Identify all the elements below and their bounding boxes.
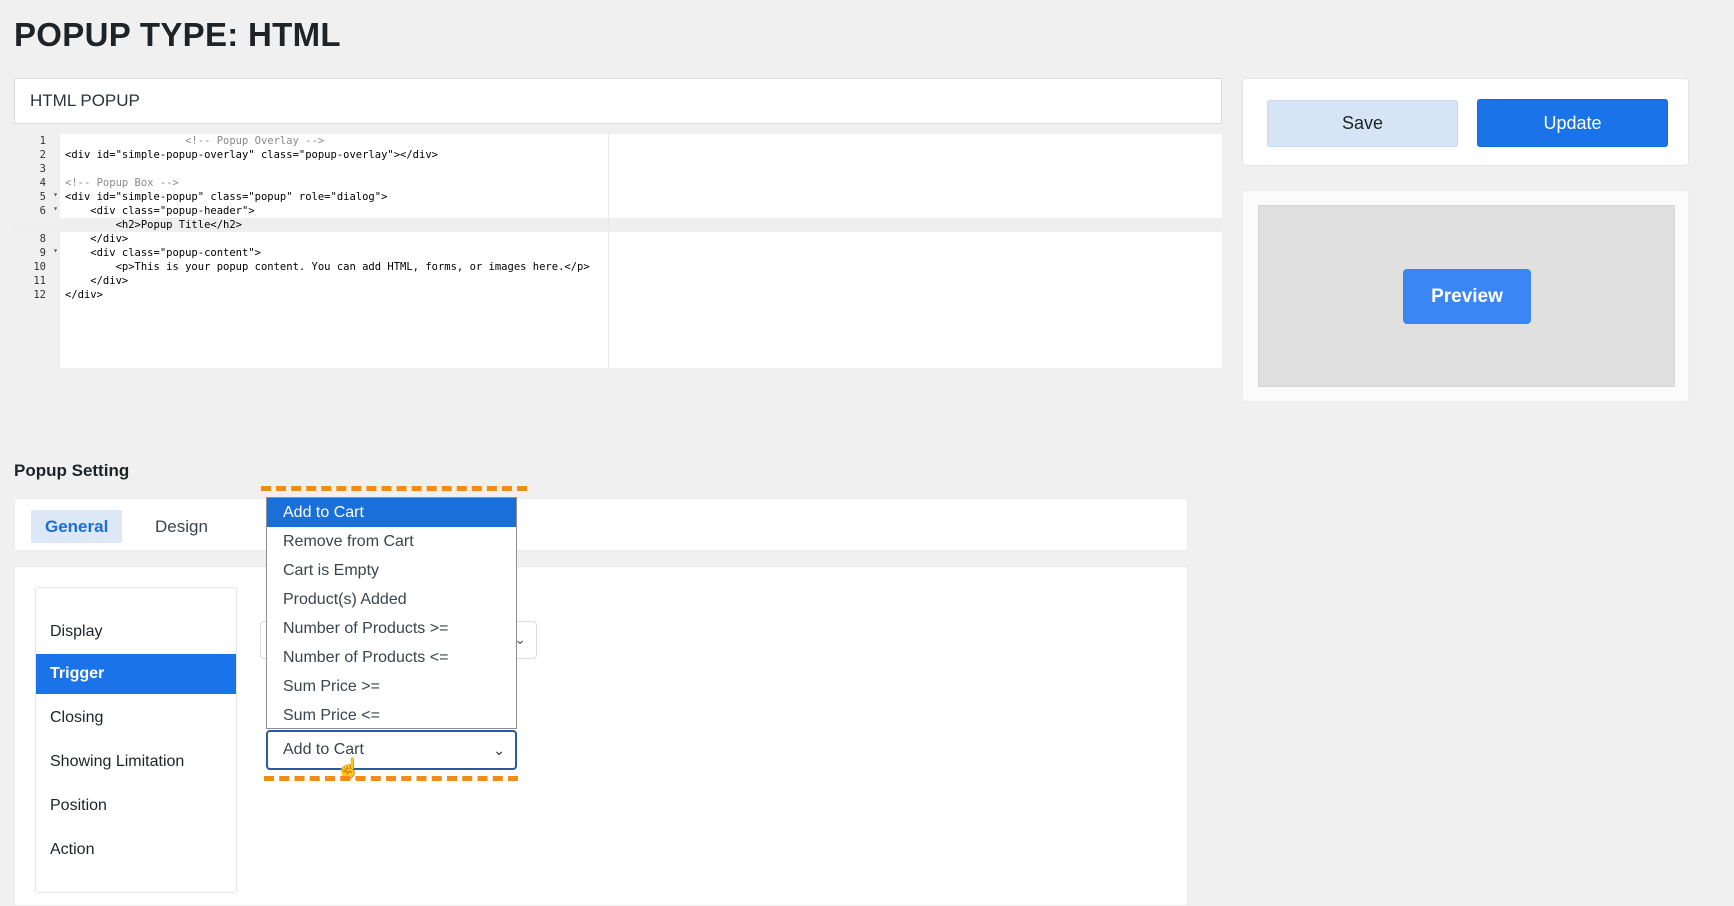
- fold-arrow-icon[interactable]: ▾: [53, 204, 58, 213]
- settings-panel: Display Trigger Closing Showing Limitati…: [14, 566, 1188, 906]
- code-line[interactable]: </div>: [65, 232, 128, 246]
- code-gutter: 1 2 3 4 5 ▾ 6 ▾ 7 8 9 ▾ 10 11 12: [14, 134, 60, 368]
- line-number: 6: [39, 205, 46, 217]
- preview-button[interactable]: Preview: [1403, 269, 1531, 324]
- trigger-select[interactable]: Add to Cart ⌄: [266, 730, 517, 770]
- nav-item-trigger[interactable]: Trigger: [36, 654, 236, 694]
- line-number: 12: [33, 289, 46, 301]
- line-number: 10: [33, 261, 46, 273]
- code-line[interactable]: <div id="simple-popup-overlay" class="po…: [65, 148, 438, 162]
- code-line[interactable]: <div class="popup-header">: [65, 204, 254, 218]
- save-button[interactable]: Save: [1267, 100, 1458, 147]
- publish-actions-card: Save Update: [1242, 78, 1689, 166]
- dropdown-option[interactable]: Number of Products <=: [267, 643, 516, 672]
- page-title: POPUP TYPE: HTML: [14, 16, 341, 53]
- tab-design[interactable]: Design: [141, 510, 222, 543]
- highlight-dash-top: [261, 486, 527, 491]
- nav-item-position[interactable]: Position: [36, 786, 236, 826]
- code-line[interactable]: <p>This is your popup content. You can a…: [65, 260, 590, 274]
- code-editor[interactable]: 1 2 3 4 5 ▾ 6 ▾ 7 8 9 ▾ 10 11 12 <!-- Po…: [14, 134, 1222, 368]
- dropdown-option[interactable]: Product(s) Added: [267, 585, 516, 614]
- preview-area: Preview: [1258, 205, 1675, 387]
- line-number: 9: [39, 247, 46, 259]
- nav-item-action[interactable]: Action: [36, 830, 236, 870]
- settings-side-nav: Display Trigger Closing Showing Limitati…: [35, 587, 237, 893]
- line-number: 5: [39, 191, 46, 203]
- highlight-dash-bottom: [264, 776, 518, 781]
- line-number: 1: [39, 135, 46, 147]
- line-number: 11: [33, 275, 46, 287]
- tab-general[interactable]: General: [31, 510, 123, 543]
- nav-item-display[interactable]: Display: [36, 612, 236, 652]
- print-margin: [608, 134, 609, 368]
- preview-card: Preview: [1242, 190, 1689, 402]
- fold-arrow-icon[interactable]: ▾: [53, 246, 58, 255]
- code-line[interactable]: </div>: [65, 274, 128, 288]
- code-line[interactable]: <!-- Popup Overlay -->: [65, 134, 324, 148]
- code-line[interactable]: <h2>Popup Title</h2>: [65, 218, 242, 232]
- settings-heading: Popup Setting: [14, 461, 130, 480]
- dropdown-option[interactable]: Number of Products >=: [267, 614, 516, 643]
- trigger-options-dropdown: Add to Cart Remove from Cart Cart is Emp…: [266, 497, 517, 729]
- line-number: 4: [39, 177, 46, 189]
- dropdown-option[interactable]: Sum Price >=: [267, 672, 516, 701]
- dropdown-option[interactable]: Cart is Empty: [267, 556, 516, 585]
- code-line[interactable]: </div>: [65, 288, 103, 302]
- code-line[interactable]: <div class="popup-content">: [65, 246, 261, 260]
- line-number: 2: [39, 149, 46, 161]
- nav-item-showing-limitation[interactable]: Showing Limitation: [36, 742, 236, 782]
- popup-title-input[interactable]: [14, 78, 1222, 124]
- update-button[interactable]: Update: [1477, 99, 1668, 147]
- code-line[interactable]: <div id="simple-popup" class="popup" rol…: [65, 190, 387, 204]
- line-number: 8: [39, 233, 46, 245]
- code-line[interactable]: <!-- Popup Box -->: [65, 176, 179, 190]
- chevron-down-icon: ⌄: [493, 742, 505, 758]
- dropdown-option[interactable]: Add to Cart: [267, 498, 516, 527]
- nav-item-closing[interactable]: Closing: [36, 698, 236, 738]
- settings-tabs: General Design C: [14, 498, 1188, 551]
- dropdown-option[interactable]: Sum Price <=: [267, 701, 516, 730]
- line-number: 3: [39, 163, 46, 175]
- dropdown-option[interactable]: Remove from Cart: [267, 527, 516, 556]
- fold-arrow-icon[interactable]: ▾: [53, 190, 58, 199]
